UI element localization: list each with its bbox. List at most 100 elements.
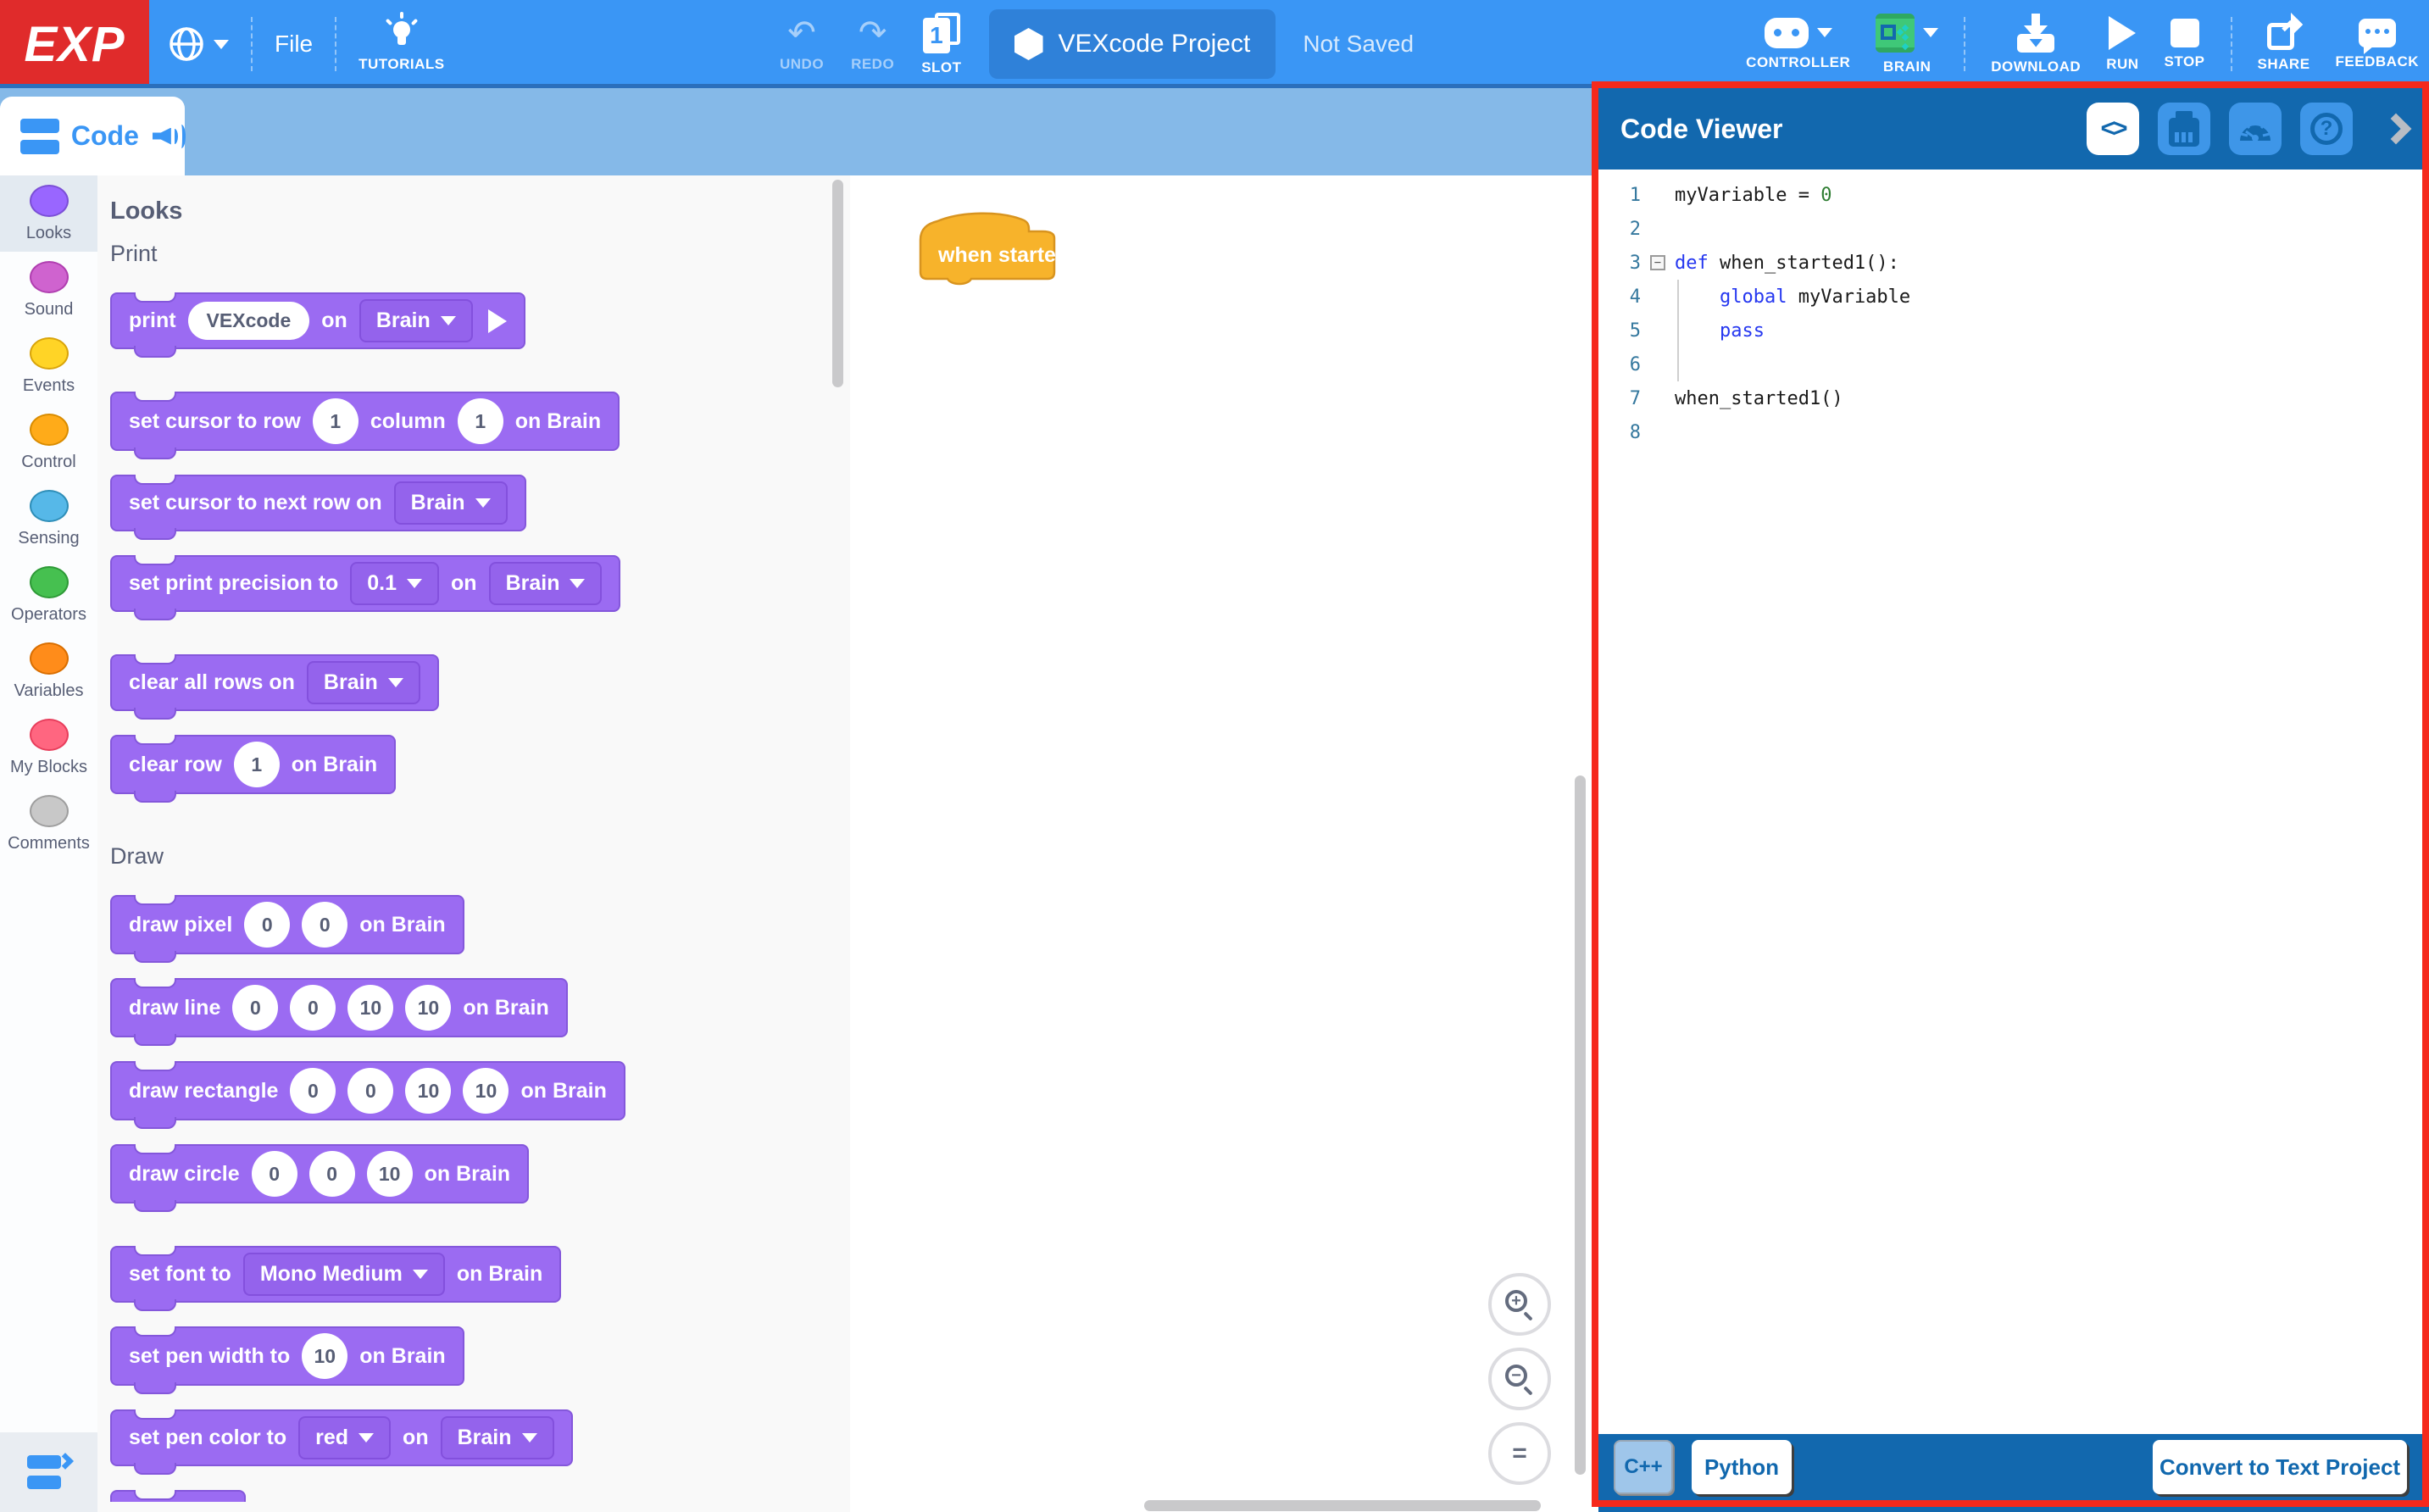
dropdown[interactable]: Mono Medium	[243, 1253, 445, 1296]
number-input[interactable]: 10	[405, 985, 451, 1031]
dropdown[interactable]: red	[298, 1416, 391, 1459]
dropdown[interactable]: Brain	[441, 1416, 554, 1459]
set-pen-color-block[interactable]: set pen color toredonBrain	[110, 1409, 573, 1466]
fold-toggle-icon[interactable]: −	[1650, 255, 1665, 270]
tab-code[interactable]: Code	[0, 97, 185, 175]
sidebar-footer	[0, 1432, 97, 1512]
block-text: on	[451, 571, 477, 596]
text-input[interactable]: VEXcode	[188, 302, 310, 340]
canvas-vertical-scrollbar[interactable]	[1575, 775, 1586, 1475]
code-viewer-tab-button[interactable]: <>	[2087, 103, 2139, 155]
number-input[interactable]: 0	[232, 985, 278, 1031]
tutorials-button[interactable]: TUTORIALS	[359, 16, 444, 73]
number-input[interactable]: 1	[234, 742, 280, 787]
print-block[interactable]: printVEXcodeonBrain	[110, 292, 525, 349]
dropdown[interactable]: Brain	[489, 562, 603, 605]
sidebar-item-sensing[interactable]: Sensing	[0, 481, 97, 557]
set-print-precision-block[interactable]: set print precision to0.1onBrain	[110, 555, 620, 612]
dropdown[interactable]: Brain	[307, 661, 420, 704]
palette-category-heading: Looks	[110, 197, 833, 225]
cpp-language-button[interactable]: C++	[1614, 1440, 1673, 1494]
number-input[interactable]: 0	[244, 902, 290, 948]
number-input[interactable]: 1	[313, 398, 359, 444]
sidebar-item-variables[interactable]: Variables	[0, 633, 97, 709]
number-input[interactable]: 1	[458, 398, 503, 444]
speaker-icon[interactable]	[153, 122, 185, 151]
set-cursor-next-row-block[interactable]: set cursor to next row onBrain	[110, 475, 526, 531]
when-started-block[interactable]: when started	[915, 209, 1061, 287]
number-input[interactable]: 0	[290, 1068, 336, 1114]
feedback-button[interactable]: FEEDBACK	[2336, 19, 2419, 70]
number-input[interactable]: 0	[302, 902, 347, 948]
collapse-panel-chevron-icon[interactable]	[2381, 114, 2412, 145]
clear-all-rows-block[interactable]: clear all rows onBrain	[110, 654, 439, 711]
palette-group-label: Draw	[110, 843, 833, 870]
convert-to-text-project-button[interactable]: Convert to Text Project	[2153, 1440, 2407, 1494]
sidebar-item-looks[interactable]: Looks	[0, 175, 97, 252]
help-button[interactable]: ?	[2300, 103, 2353, 155]
zoom-out-button[interactable]: −	[1488, 1348, 1551, 1410]
sidebar-item-operators[interactable]: Operators	[0, 557, 97, 633]
indent-guide	[1677, 347, 1679, 381]
code-text: myVariable = 0	[1675, 185, 1831, 206]
number-input[interactable]: 10	[302, 1333, 347, 1379]
number-input[interactable]: 10	[463, 1068, 509, 1114]
dashboard-button[interactable]	[2229, 103, 2282, 155]
number-input[interactable]: 0	[309, 1151, 355, 1197]
python-language-button[interactable]: Python	[1692, 1440, 1792, 1494]
play-icon[interactable]	[488, 309, 507, 333]
palette-scrollbar[interactable]	[832, 180, 843, 387]
device-info-button[interactable]	[2158, 103, 2210, 155]
run-button[interactable]: RUN	[2106, 16, 2138, 73]
draw-pixel-block[interactable]: draw pixel00on Brain	[110, 895, 464, 954]
sensing-category-icon	[30, 490, 69, 522]
number-input[interactable]: 0	[290, 985, 336, 1031]
dropdown[interactable]: 0.1	[350, 562, 439, 605]
code-line: 8	[1598, 415, 2422, 449]
zoom-in-button[interactable]: +	[1488, 1273, 1551, 1336]
number-input[interactable]: 0	[252, 1151, 297, 1197]
stop-button[interactable]: STOP	[2165, 19, 2205, 70]
sidebar-item-events[interactable]: Events	[0, 328, 97, 404]
programming-canvas[interactable]: when started + − =	[850, 175, 1592, 1512]
share-button[interactable]: SHARE	[2258, 16, 2310, 73]
brain-button[interactable]: BRAIN	[1876, 14, 1938, 75]
draw-circle-block[interactable]: draw circle0010on Brain	[110, 1144, 529, 1203]
code-editor[interactable]: 1myVariable = 023−def when_started1():4 …	[1598, 170, 2422, 1434]
sidebar-item-control[interactable]: Control	[0, 404, 97, 481]
number-input[interactable]: 10	[367, 1151, 413, 1197]
set-font-block[interactable]: set font toMono Mediumon Brain	[110, 1246, 561, 1303]
sidebar-item-sound[interactable]: Sound	[0, 252, 97, 328]
dropdown[interactable]: Brain	[359, 299, 473, 342]
set-cursor-row-column-block[interactable]: set cursor to row1column1on Brain	[110, 392, 620, 451]
chevron-down-icon	[522, 1433, 537, 1443]
file-menu-button[interactable]: File	[275, 31, 313, 58]
gauge-icon	[2237, 114, 2274, 144]
dropdown[interactable]: Brain	[394, 481, 508, 525]
controller-icon	[1765, 18, 1809, 48]
redo-button[interactable]: ↷ REDO	[851, 16, 894, 73]
toggle-palette-icon[interactable]	[27, 1454, 71, 1491]
number-input[interactable]: 10	[405, 1068, 451, 1114]
download-button[interactable]: DOWNLOAD	[1991, 14, 2081, 75]
number-input[interactable]: 10	[347, 985, 393, 1031]
clear-row-block[interactable]: clear row1on Brain	[110, 735, 396, 794]
zoom-reset-button[interactable]: =	[1488, 1422, 1551, 1485]
sidebar-item-comments[interactable]: Comments	[0, 786, 97, 862]
number-input[interactable]: 0	[347, 1068, 393, 1114]
undo-button[interactable]: ↶ UNDO	[780, 16, 824, 73]
slot-button[interactable]: 1 SLOT	[921, 13, 961, 76]
canvas-horizontal-scrollbar[interactable]	[1144, 1500, 1541, 1511]
sidebar-item-my-blocks[interactable]: My Blocks	[0, 709, 97, 786]
language-button[interactable]	[168, 25, 229, 63]
controller-button[interactable]: CONTROLLER	[1746, 18, 1850, 71]
project-title-button[interactable]: VEXcode Project	[989, 9, 1276, 79]
set-pen-width-block[interactable]: set pen width to10on Brain	[110, 1326, 464, 1386]
line-number: 7	[1598, 388, 1641, 409]
draw-rectangle-block[interactable]: draw rectangle001010on Brain	[110, 1061, 625, 1120]
block-text: draw pixel	[129, 913, 232, 937]
chevron-down-icon	[570, 579, 585, 588]
partial-block[interactable]	[110, 1490, 246, 1502]
draw-line-block[interactable]: draw line001010on Brain	[110, 978, 568, 1037]
code-viewer-header: Code Viewer <> ?	[1598, 88, 2422, 170]
